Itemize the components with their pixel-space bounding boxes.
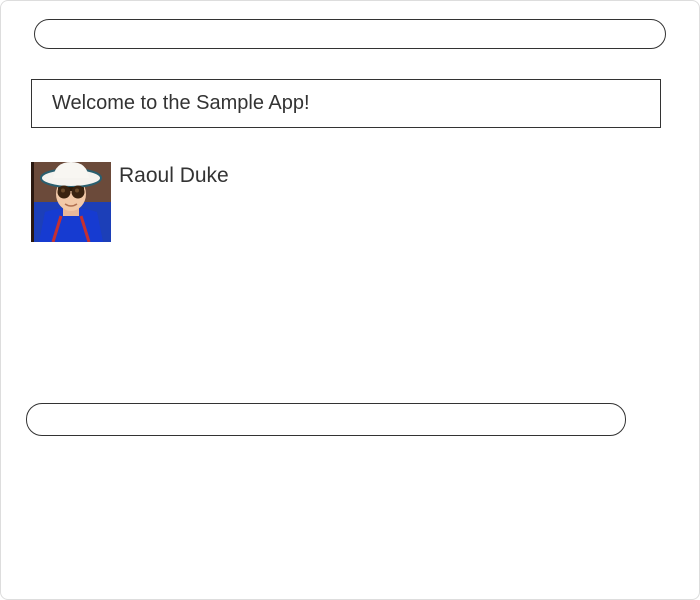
user-name: Raoul Duke	[119, 162, 229, 188]
header-bar	[34, 19, 666, 49]
app-container: Welcome to the Sample App!	[0, 0, 700, 600]
welcome-text: Welcome to the Sample App!	[52, 92, 310, 114]
user-profile: Raoul Duke	[31, 162, 669, 242]
user-avatar	[31, 162, 111, 242]
welcome-banner: Welcome to the Sample App!	[31, 79, 661, 128]
footer-bar	[26, 403, 626, 436]
